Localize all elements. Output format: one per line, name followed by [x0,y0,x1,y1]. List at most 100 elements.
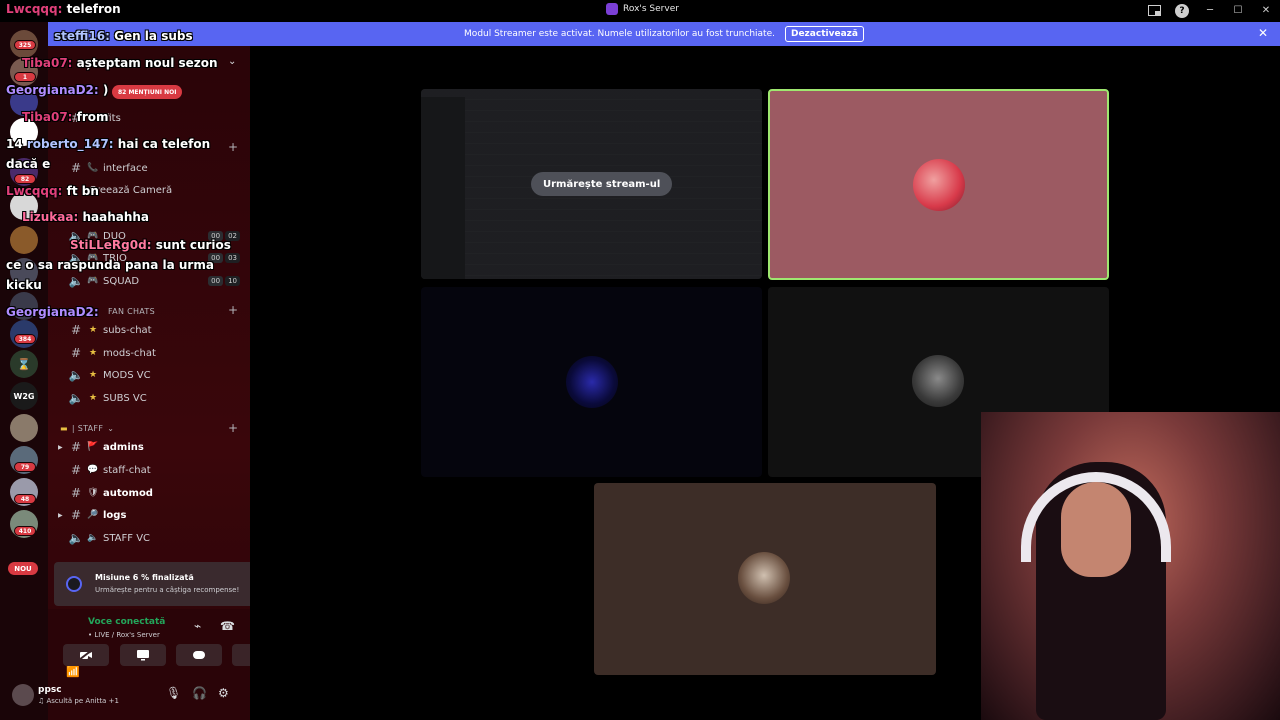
channel-trio[interactable]: 🔈 🎮 TRIO 00 03 [58,248,248,268]
phone-icon: 📞 [87,163,99,173]
category-staff[interactable]: ▬ | STAFF ⌄ [60,421,114,435]
text-channel-icon: # [70,463,82,477]
category-label: | STAFF [71,423,104,433]
voice-channel-label[interactable]: • LIVE / Rox's Server [88,631,160,639]
participant-tile-speaking[interactable] [768,89,1109,280]
channel-name: TRIO [103,252,127,264]
channel-outfits[interactable]: # outfits [58,108,248,128]
hourglass-server-icon[interactable]: ⌛ [10,350,38,378]
w2g-server-icon[interactable]: W2G [10,382,38,410]
avatar [913,159,965,211]
close-icon[interactable]: ✕ [1252,0,1280,21]
channel-subs-vc[interactable]: 🔈 ★ SUBS VC [58,388,248,408]
channel-name: mods-chat [103,347,156,359]
channel-mods-chat[interactable]: # ★ mods-chat [58,343,248,363]
gear-icon[interactable]: ⚙ [218,686,229,700]
signal-icon: 📶 [66,665,80,678]
channel-name: MODS VC [103,369,151,381]
text-channel-icon: # [70,508,82,522]
chevron-down-icon: ⌄ [107,423,115,433]
new-mentions-pill[interactable]: 82 MENȚIUNI NOI [112,85,183,99]
server-icon[interactable] [10,192,38,220]
streamer-webcam [981,412,1280,720]
channel-admins[interactable]: ▶ # 🚩 admins [58,437,248,457]
camera-off-button[interactable] [63,644,109,666]
channel-create-room[interactable]: Creează Cameră [58,180,248,200]
channel-name: SQUAD [103,275,140,287]
window-title: Rox's Server [606,3,679,15]
server-icon[interactable] [10,258,38,286]
server-icon[interactable] [10,88,38,116]
channel-mods-vc[interactable]: 🔈 ★ MODS VC [58,365,248,385]
channel-name: automod [103,487,153,499]
server-logo-icon [606,3,618,15]
channel-squad[interactable]: 🔈 🎮 SQUAD 00 10 [58,271,248,291]
server-icon[interactable] [10,292,38,320]
watch-stream-button[interactable]: Urmărește stream-ul [531,172,673,196]
star-icon: ★ [88,348,98,358]
avatar[interactable] [12,684,34,706]
user-status: ♫ Ascultă pe Anitta +1 [38,697,119,705]
activities-button[interactable] [176,644,222,666]
channel-sidebar: ⌄ 82 MENȚIUNI NOI # outfits + # 📞 interf… [12,46,292,720]
server-icon[interactable] [10,226,38,254]
add-channel-icon[interactable]: + [228,303,238,317]
channel-name: SUBS VC [103,392,147,404]
minimize-icon[interactable]: ─ [1196,0,1224,21]
screen-share-button[interactable] [120,644,166,666]
voice-channel-icon: 🔈 [68,274,84,288]
inbox-icon[interactable] [1140,0,1168,21]
shield-icon: 🛡 [87,488,99,498]
controller-icon: 🎮 [87,231,99,241]
server-badge: 82 [14,174,36,184]
headphones-icon[interactable]: 🎧 [192,686,207,700]
server-badge: 48 [14,494,36,504]
channel-automod[interactable]: # 🛡 automod [58,483,248,503]
username: ppsc [38,685,62,695]
user-count: 00 [208,231,224,241]
channel-staff-vc[interactable]: 🔈 🔈 STAFF VC [58,528,248,548]
help-icon[interactable]: ? [1175,3,1189,18]
participant-tile[interactable] [421,287,762,477]
channel-name: logs [103,509,127,521]
participant-tile[interactable] [594,483,936,675]
channel-name: staff-chat [103,464,151,476]
controller-icon: 🎮 [87,253,99,263]
star-icon: ★ [88,325,98,335]
channel-name: STAFF VC [103,532,151,544]
microphone-icon[interactable]: 🎙 [166,686,181,700]
text-channel-icon: # [70,346,82,360]
maximize-icon[interactable]: ☐ [1224,0,1252,21]
voice-channel-icon: 🔈 [68,251,84,265]
server-icon[interactable] [10,414,38,442]
window-title-text: Rox's Server [623,4,679,14]
text-channel-icon: # [70,111,82,125]
banner-close-icon[interactable]: ✕ [1258,26,1268,40]
server-menu-chevron-icon[interactable]: ⌄ [228,56,236,67]
channel-interface[interactable]: # 📞 interface [58,158,248,178]
disable-streamer-mode-button[interactable]: Dezactivează [784,26,864,42]
stream-tile[interactable]: Urmărește stream-ul [421,89,762,279]
speech-bubble-icon: 💬 [87,465,99,475]
server-badge: 325 [14,40,36,50]
channel-staff-chat[interactable]: # 💬 staff-chat [58,460,248,480]
magnifier-icon: 🔎 [87,510,99,520]
mission-subtitle: Urmărește pentru a câștiga recompense! [95,586,240,594]
add-channel-icon[interactable]: + [228,421,238,435]
add-channel-icon[interactable]: + [228,140,238,154]
server-icon[interactable] [10,118,38,146]
user-limit: 10 [225,276,240,286]
text-channel-icon: # [70,323,82,337]
disconnect-icon[interactable]: ☎ [220,619,235,633]
channel-name: outfits [89,112,121,124]
mission-icon [66,576,82,592]
channel-duo[interactable]: 🔈 🎮 DUO 00 02 [58,226,248,246]
flag-icon: 🚩 [87,442,99,452]
noise-suppression-icon[interactable]: ⌁ [194,619,201,633]
category-fan-chats[interactable]: FAN CHATS [108,304,155,318]
user-limit: 03 [225,253,240,263]
channel-subs-chat[interactable]: # ★ subs-chat [58,320,248,340]
mission-title: Misiune 6 % finalizată [95,573,194,582]
voice-connected-label[interactable]: Voce conectată [88,617,165,627]
channel-logs[interactable]: ▶ # 🔎 logs [58,505,248,525]
